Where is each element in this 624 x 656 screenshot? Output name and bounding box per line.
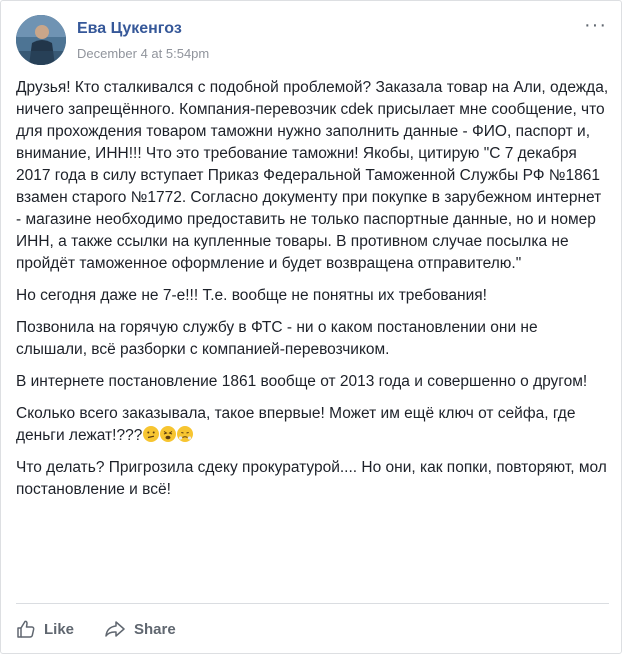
post-timestamp[interactable]: December 4 at 5:54pm bbox=[77, 46, 209, 61]
share-arrow-icon bbox=[105, 621, 125, 637]
post-header: Ева Цукенгоз December 4 at 5:54pm ··· bbox=[16, 15, 609, 67]
post-paragraph: Друзья! Кто сталкивался с подобной пробл… bbox=[16, 79, 609, 272]
steam-nose-face-icon bbox=[177, 426, 194, 442]
author-name[interactable]: Ева Цукенгоз bbox=[77, 20, 182, 38]
post-paragraph: Но сегодня даже не 7-е!!! Т.е. вообще не… bbox=[16, 287, 487, 304]
avatar-image-icon bbox=[16, 15, 66, 65]
ellipsis-icon[interactable]: ··· bbox=[584, 15, 607, 35]
post-card: Ева Цукенгоз December 4 at 5:54pm ··· Др… bbox=[0, 0, 622, 654]
tired-face-icon bbox=[160, 426, 177, 442]
actions-divider bbox=[16, 603, 609, 604]
post-actions: Like Share bbox=[16, 615, 206, 643]
like-button[interactable]: Like bbox=[16, 619, 74, 639]
post-paragraph: Позвонила на горячую службу в ФТС - ни о… bbox=[16, 319, 538, 358]
share-button[interactable]: Share bbox=[104, 619, 176, 639]
share-label: Share bbox=[134, 620, 176, 638]
post-body: Друзья! Кто сталкивался с подобной пробл… bbox=[16, 77, 610, 511]
thumbs-up-icon bbox=[17, 620, 35, 638]
avatar[interactable] bbox=[16, 15, 66, 65]
post-paragraph: Что делать? Пригрозила сдеку прокуратуро… bbox=[16, 459, 607, 498]
post-paragraph: Сколько всего заказывала, такое впервые!… bbox=[16, 405, 576, 444]
post-paragraph: В интернете постановление 1861 вообще от… bbox=[16, 373, 588, 390]
like-label: Like bbox=[44, 620, 75, 638]
confused-face-icon bbox=[143, 426, 160, 442]
post-paragraph-with-emoji: Сколько всего заказывала, такое впервые!… bbox=[16, 403, 610, 447]
